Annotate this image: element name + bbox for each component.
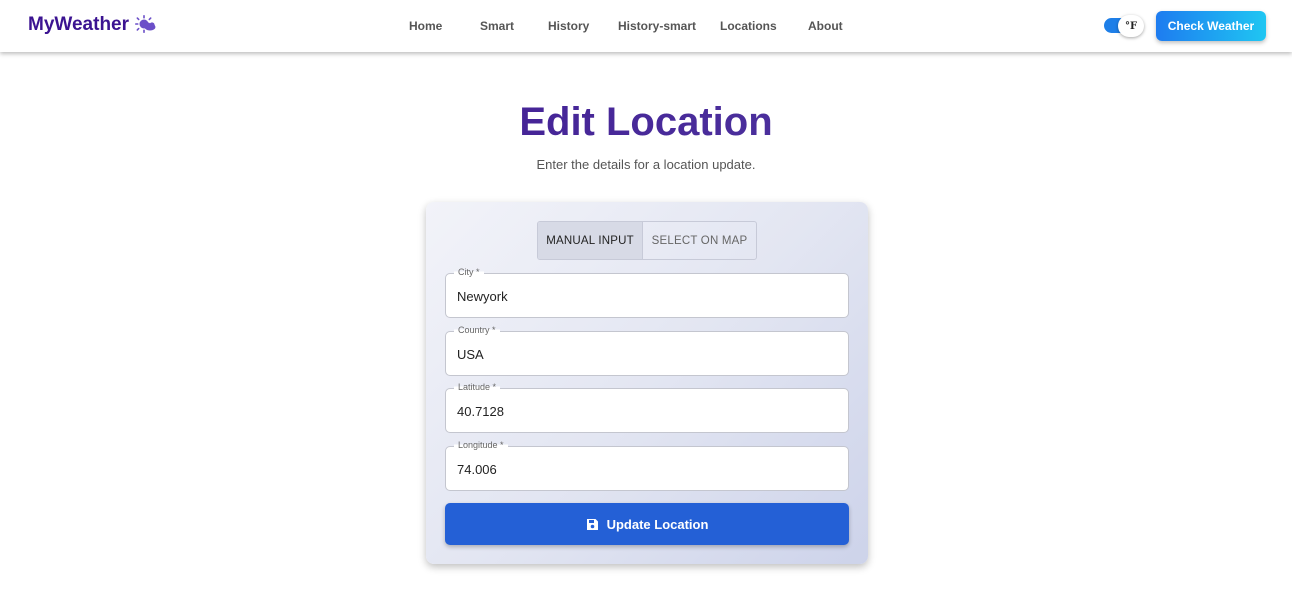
unit-toggle[interactable]: °F — [1104, 15, 1144, 37]
longitude-input[interactable] — [457, 459, 837, 479]
input-mode-tabs: MANUAL INPUT SELECT ON MAP — [537, 221, 757, 260]
nav-link-locations[interactable]: Locations — [720, 19, 777, 33]
main-nav: Home Smart History History-smart Locatio… — [0, 0, 1292, 52]
latitude-field: Latitude * — [445, 382, 849, 433]
city-field-label: City * — [454, 267, 484, 277]
navbar: MyWeather Home Smart History History-sma… — [0, 0, 1292, 52]
country-input[interactable] — [457, 344, 837, 364]
country-field: Country * — [445, 325, 849, 376]
nav-link-history-smart[interactable]: History-smart — [618, 19, 696, 33]
tab-manual-input[interactable]: MANUAL INPUT — [538, 222, 644, 259]
tab-select-on-map[interactable]: SELECT ON MAP — [643, 222, 756, 259]
update-location-button[interactable]: Update Location — [445, 503, 849, 545]
update-location-label: Update Location — [606, 516, 709, 532]
save-icon — [586, 518, 599, 531]
nav-link-about[interactable]: About — [808, 19, 843, 33]
city-field: City * — [445, 267, 849, 318]
nav-link-smart[interactable]: Smart — [480, 19, 514, 33]
page-subtitle: Enter the details for a location update. — [536, 157, 756, 172]
nav-link-home[interactable]: Home — [409, 19, 442, 33]
latitude-field-label: Latitude * — [454, 382, 501, 392]
nav-link-history[interactable]: History — [548, 19, 589, 33]
longitude-field-label: Longitude * — [454, 440, 508, 450]
edit-location-card: MANUAL INPUT SELECT ON MAP City * Countr… — [426, 202, 868, 564]
page-title: Edit Location — [0, 100, 1292, 145]
city-input[interactable] — [457, 286, 837, 306]
longitude-field: Longitude * — [445, 440, 849, 491]
country-field-label: Country * — [454, 325, 500, 335]
check-weather-button[interactable]: Check Weather — [1156, 11, 1266, 41]
latitude-input[interactable] — [457, 401, 837, 421]
unit-toggle-knob: °F — [1118, 15, 1144, 37]
